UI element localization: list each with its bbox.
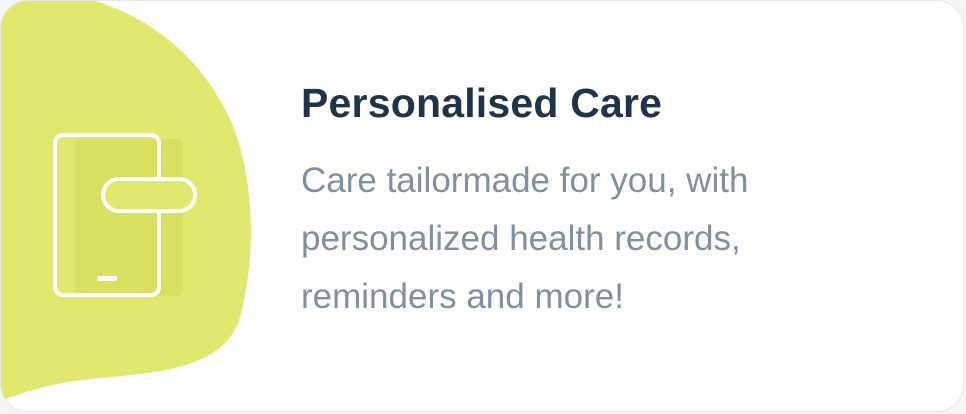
card-text: Personalised Care Care tailormade for yo… bbox=[301, 79, 921, 326]
feature-card: Personalised Care Care tailormade for yo… bbox=[0, 0, 964, 412]
card-title: Personalised Care bbox=[301, 80, 663, 126]
mobile-device-icon bbox=[53, 133, 197, 297]
card-description: Care tailormade for you, with personaliz… bbox=[301, 161, 749, 317]
